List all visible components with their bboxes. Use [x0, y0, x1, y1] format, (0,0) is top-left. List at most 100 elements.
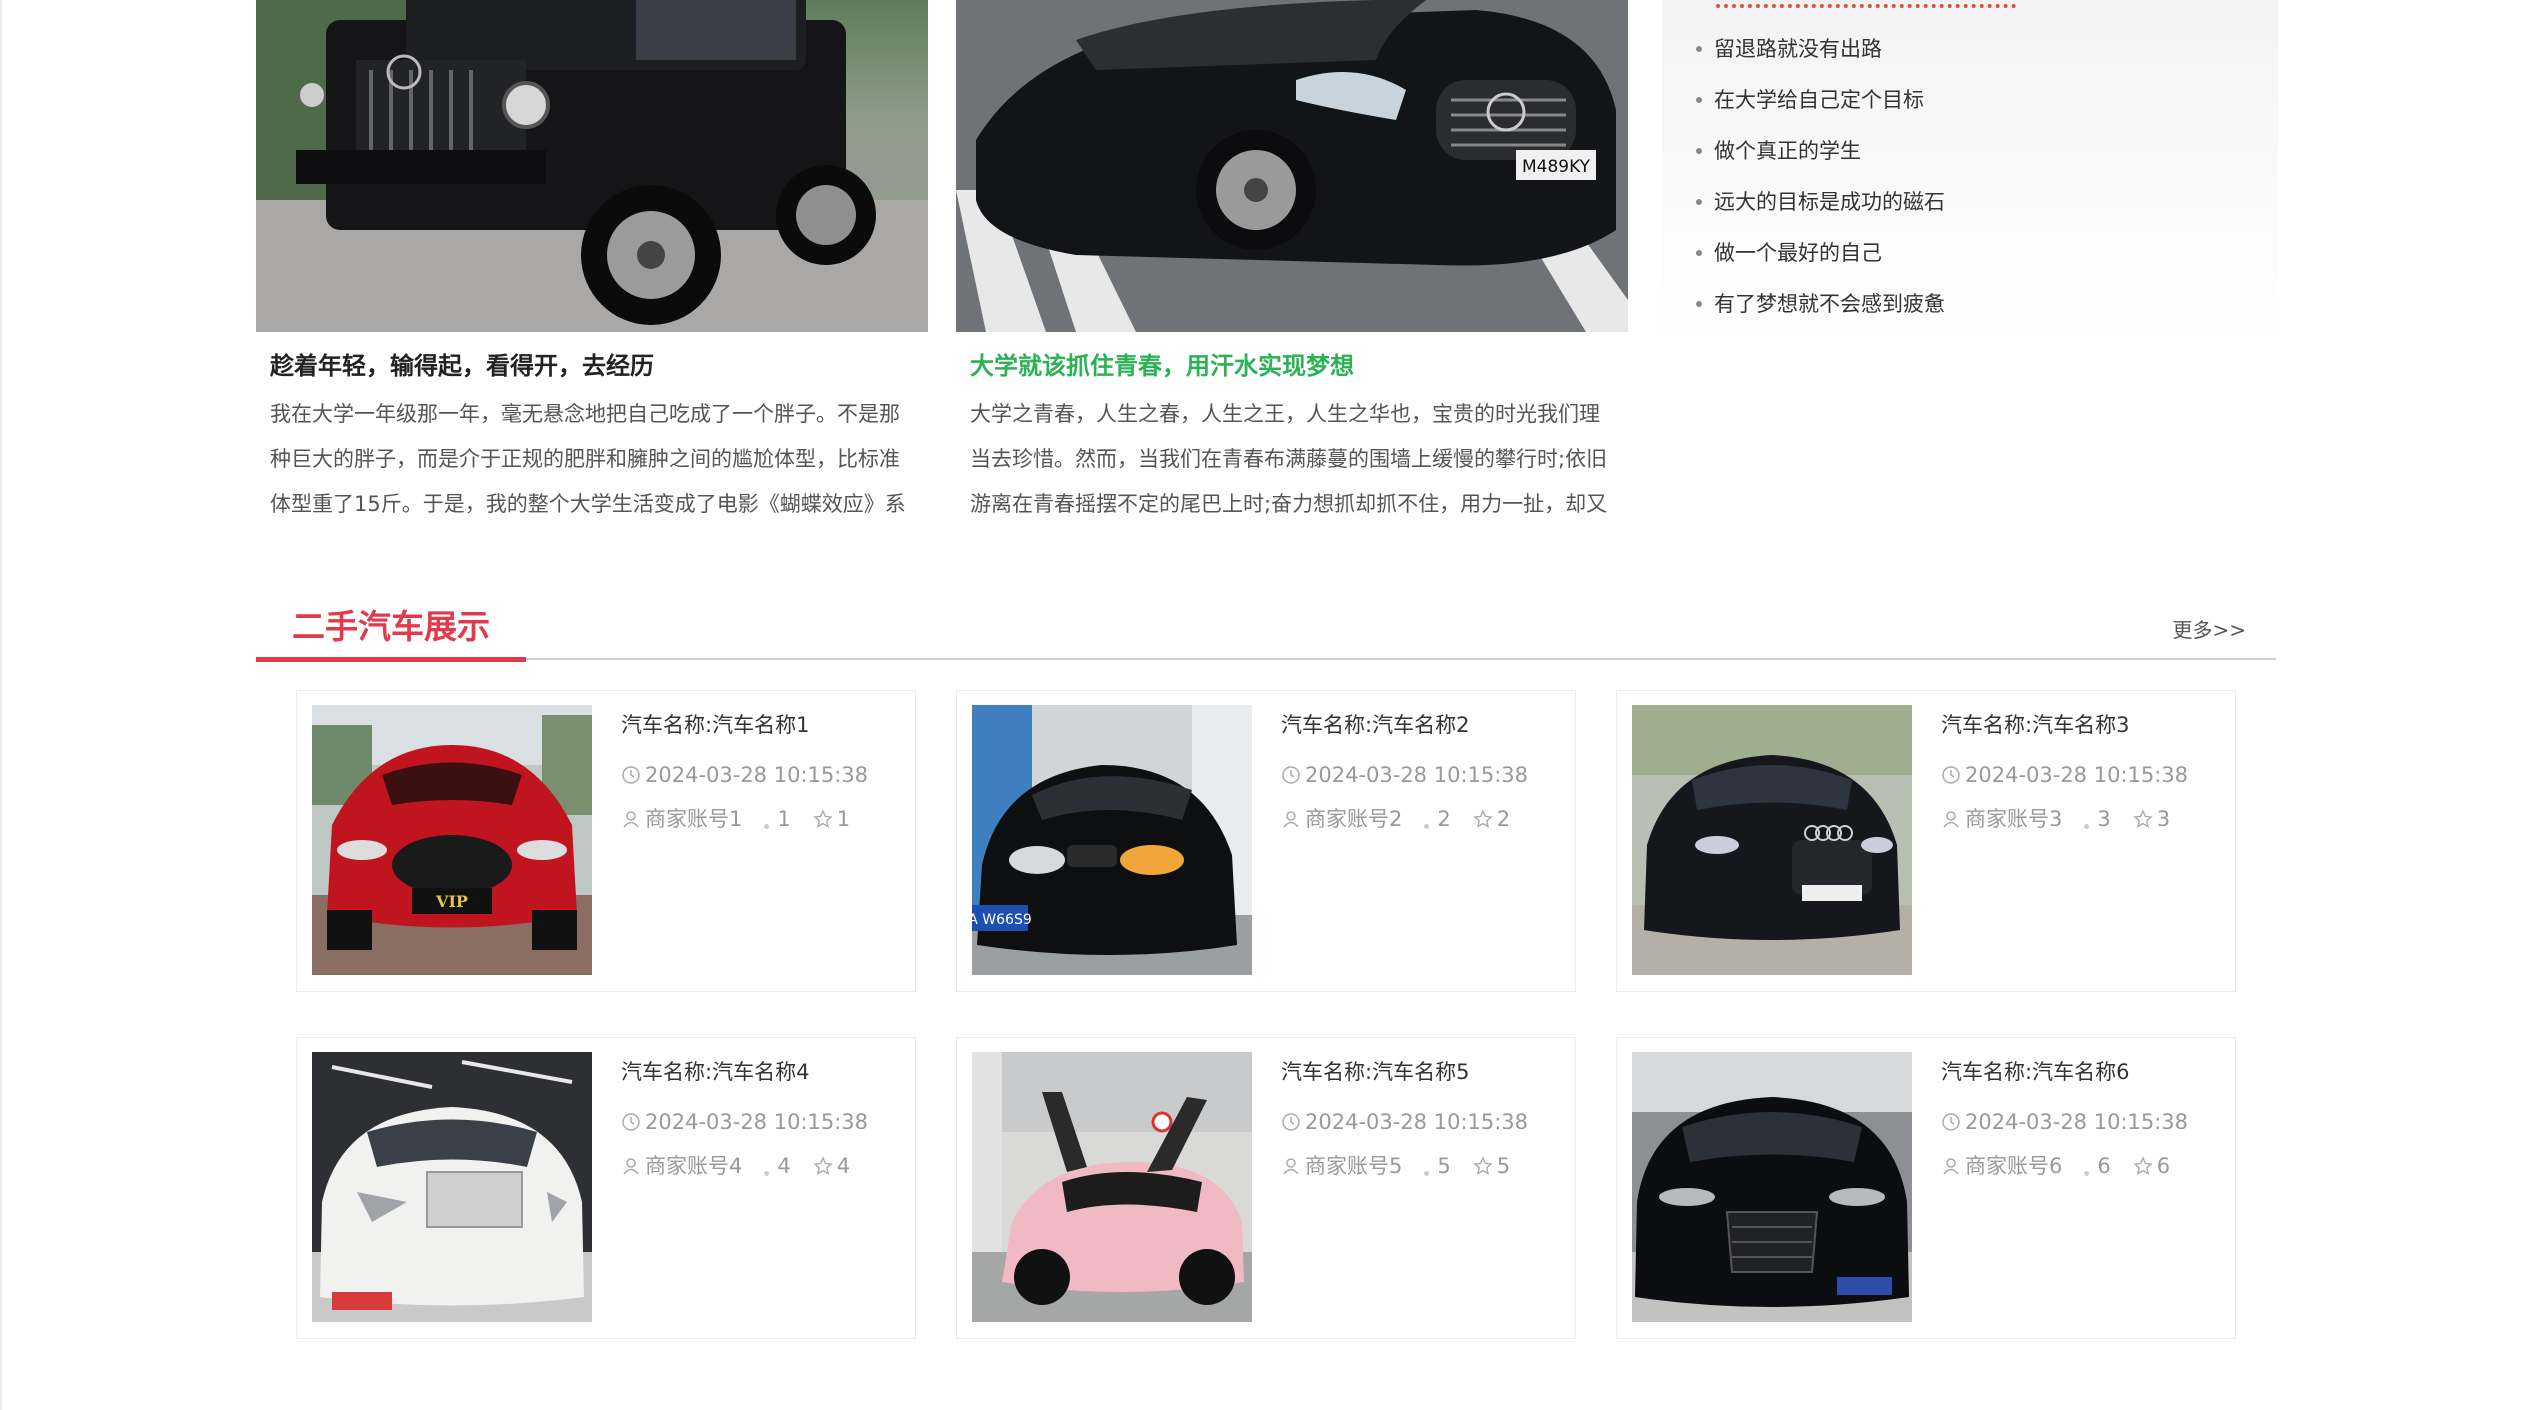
- car-5-merchant: 商家账号5: [1305, 1154, 1403, 1178]
- car-1-views: 1: [777, 807, 791, 831]
- article-1-title[interactable]: 趁着年轻，输得起，看得开，去经历: [270, 346, 920, 381]
- star-icon[interactable]: [1473, 1156, 1493, 1176]
- car-4-time: 2024-03-28 10:15:38: [645, 1110, 869, 1134]
- star-icon[interactable]: [2133, 809, 2153, 829]
- car-5-meta-row: 商家账号5 5 5: [1281, 1144, 1561, 1188]
- car-card-6[interactable]: 汽车名称:汽车名称6 2024-03-28 10:15:38 商家账号6 6 6: [1616, 1037, 2236, 1339]
- car-card-3[interactable]: 汽车名称:汽车名称3 2024-03-28 10:15:38 商家账号3 3 3: [1616, 690, 2236, 992]
- car-4-photo[interactable]: [312, 1052, 592, 1322]
- car-2-time: 2024-03-28 10:15:38: [1305, 763, 1529, 787]
- article-card-2[interactable]: M489KY 大学就该抓住青春，用汗水实现梦想 大学之青春，人生之春，人生之王，…: [956, 0, 1628, 516]
- car-5-info: 汽车名称:汽车名称5 2024-03-28 10:15:38 商家账号5 5 5: [1281, 1056, 1561, 1188]
- car-5-views: 5: [1437, 1154, 1451, 1178]
- side-panel-heading-decoration: [1716, 0, 2016, 8]
- more-link[interactable]: 更多>>: [2172, 614, 2246, 643]
- car-5-time: 2024-03-28 10:15:38: [1305, 1110, 1529, 1134]
- views-icon: [2084, 823, 2090, 829]
- user-icon: [1943, 1158, 1959, 1175]
- car-6-time: 2024-03-28 10:15:38: [1965, 1110, 2189, 1134]
- car-3-time-row: 2024-03-28 10:15:38: [1941, 753, 2221, 797]
- car-1-merchant: 商家账号1: [645, 807, 743, 831]
- car-2-time-row: 2024-03-28 10:15:38: [1281, 753, 1561, 797]
- car-4-stars: 4: [836, 1154, 851, 1178]
- car-3-info: 汽车名称:汽车名称3 2024-03-28 10:15:38 商家账号3 3 3: [1941, 709, 2221, 841]
- article-2-excerpt: 大学之青春，人生之春，人生之王，人生之华也，宝贵的时光我们理当去珍惜。然而，当我…: [970, 402, 1608, 516]
- car-1-info: 汽车名称:汽车名称1 2024-03-28 10:15:38 商家账号1 1 1: [621, 709, 901, 841]
- car-1-photo[interactable]: VIP: [312, 705, 592, 975]
- star-icon[interactable]: [2133, 1156, 2153, 1176]
- clock-icon: [1942, 1113, 1960, 1131]
- article-2-image[interactable]: M489KY: [956, 0, 1628, 332]
- side-list-item[interactable]: 远大的目标是成功的磁石: [1696, 185, 1945, 236]
- section-title-underline: [256, 657, 526, 662]
- side-list-item[interactable]: 做一个最好的自己: [1696, 236, 1945, 287]
- car-4-name[interactable]: 汽车名称:汽车名称4: [621, 1056, 901, 1100]
- car-3-views: 3: [2097, 807, 2111, 831]
- car-3-meta-row: 商家账号3 3 3: [1941, 797, 2221, 841]
- article-1-image[interactable]: [256, 0, 928, 332]
- car-1-time: 2024-03-28 10:15:38: [645, 763, 869, 787]
- car-3-photo[interactable]: [1632, 705, 1912, 975]
- car-2-meta-row: 商家账号2 2 2: [1281, 797, 1561, 841]
- clock-icon: [1282, 766, 1300, 784]
- car-4-time-row: 2024-03-28 10:15:38: [621, 1100, 901, 1144]
- car-6-time-row: 2024-03-28 10:15:38: [1941, 1100, 2221, 1144]
- car-card-2[interactable]: A W66S9 汽车名称:汽车名称2 2024-03-28 10:15:38 商…: [956, 690, 1576, 992]
- user-icon: [1283, 1158, 1299, 1175]
- content-wrapper: 趁着年轻，输得起，看得开，去经历 我在大学一年级那一年，毫无悬念地把自己吃成了一…: [256, 0, 2278, 1410]
- car-4-merchant: 商家账号4: [645, 1154, 743, 1178]
- star-icon[interactable]: [813, 1156, 833, 1176]
- user-icon: [1943, 811, 1959, 828]
- car-3-name[interactable]: 汽车名称:汽车名称3: [1941, 709, 2221, 753]
- car-6-name[interactable]: 汽车名称:汽车名称6: [1941, 1056, 2221, 1100]
- clock-icon: [1942, 766, 1960, 784]
- car-1-name[interactable]: 汽车名称:汽车名称1: [621, 709, 901, 753]
- car-4-meta-row: 商家账号4 4 4: [621, 1144, 901, 1188]
- side-list-item[interactable]: 留退路就没有出路: [1696, 32, 1945, 83]
- side-list-panel: 留退路就没有出路 在大学给自己定个目标 做个真正的学生 远大的目标是成功的磁石 …: [1662, 0, 2278, 345]
- car-4-views: 4: [777, 1154, 791, 1178]
- car-card-5[interactable]: 汽车名称:汽车名称5 2024-03-28 10:15:38 商家账号5 5 5: [956, 1037, 1576, 1339]
- views-icon: [764, 1170, 770, 1176]
- car-2-stars: 2: [1496, 807, 1511, 831]
- side-list-item[interactable]: 有了梦想就不会感到疲惫: [1696, 287, 1945, 338]
- car-6-info: 汽车名称:汽车名称6 2024-03-28 10:15:38 商家账号6 6 6: [1941, 1056, 2221, 1188]
- star-icon[interactable]: [813, 809, 833, 829]
- car-3-stars: 3: [2156, 807, 2171, 831]
- user-icon: [1283, 811, 1299, 828]
- section-title: 二手汽车展示: [292, 607, 490, 646]
- side-list-item[interactable]: 在大学给自己定个目标: [1696, 83, 1945, 134]
- car-6-photo[interactable]: [1632, 1052, 1912, 1322]
- article-1-excerpt: 我在大学一年级那一年，毫无悬念地把自己吃成了一个胖子。不是那种巨大的胖子，而是介…: [270, 402, 906, 516]
- car-1-meta-row: 商家账号1 1 1: [621, 797, 901, 841]
- car-2-merchant: 商家账号2: [1305, 807, 1403, 831]
- side-list-item[interactable]: 做个真正的学生: [1696, 134, 1945, 185]
- views-icon: [1424, 823, 1430, 829]
- star-icon[interactable]: [1473, 809, 1493, 829]
- views-icon: [1424, 1170, 1430, 1176]
- views-icon: [2084, 1170, 2090, 1176]
- clock-icon: [1282, 1113, 1300, 1131]
- car-2-info: 汽车名称:汽车名称2 2024-03-28 10:15:38 商家账号2 2 2: [1281, 709, 1561, 841]
- car-1-stars: 1: [836, 807, 851, 831]
- article-2-title[interactable]: 大学就该抓住青春，用汗水实现梦想: [970, 346, 1620, 381]
- car-1-plate-text: VIP: [435, 892, 468, 911]
- section-header: 二手汽车展示 更多>>: [256, 590, 2276, 662]
- clock-icon: [622, 766, 640, 784]
- article-card-1[interactable]: 趁着年轻，输得起，看得开，去经历 我在大学一年级那一年，毫无悬念地把自己吃成了一…: [256, 0, 928, 516]
- car-6-meta-row: 商家账号6 6 6: [1941, 1144, 2221, 1188]
- car-5-time-row: 2024-03-28 10:15:38: [1281, 1100, 1561, 1144]
- car-card-1[interactable]: VIP 汽车名称:汽车名称1 2024-03-28 10:15:38 商家账号1…: [296, 690, 916, 992]
- car-1-time-row: 2024-03-28 10:15:38: [621, 753, 901, 797]
- car-3-merchant: 商家账号3: [1965, 807, 2063, 831]
- car-5-photo[interactable]: [972, 1052, 1252, 1322]
- car-2-name[interactable]: 汽车名称:汽车名称2: [1281, 709, 1561, 753]
- car-5-name[interactable]: 汽车名称:汽车名称5: [1281, 1056, 1561, 1100]
- user-icon: [623, 1158, 639, 1175]
- clock-icon: [622, 1113, 640, 1131]
- car-6-merchant: 商家账号6: [1965, 1154, 2063, 1178]
- car-card-4[interactable]: 汽车名称:汽车名称4 2024-03-28 10:15:38 商家账号4 4 4: [296, 1037, 916, 1339]
- car-2-photo[interactable]: A W66S9: [972, 705, 1252, 975]
- article-2-plate-text: M489KY: [1522, 157, 1591, 177]
- views-icon: [764, 823, 770, 829]
